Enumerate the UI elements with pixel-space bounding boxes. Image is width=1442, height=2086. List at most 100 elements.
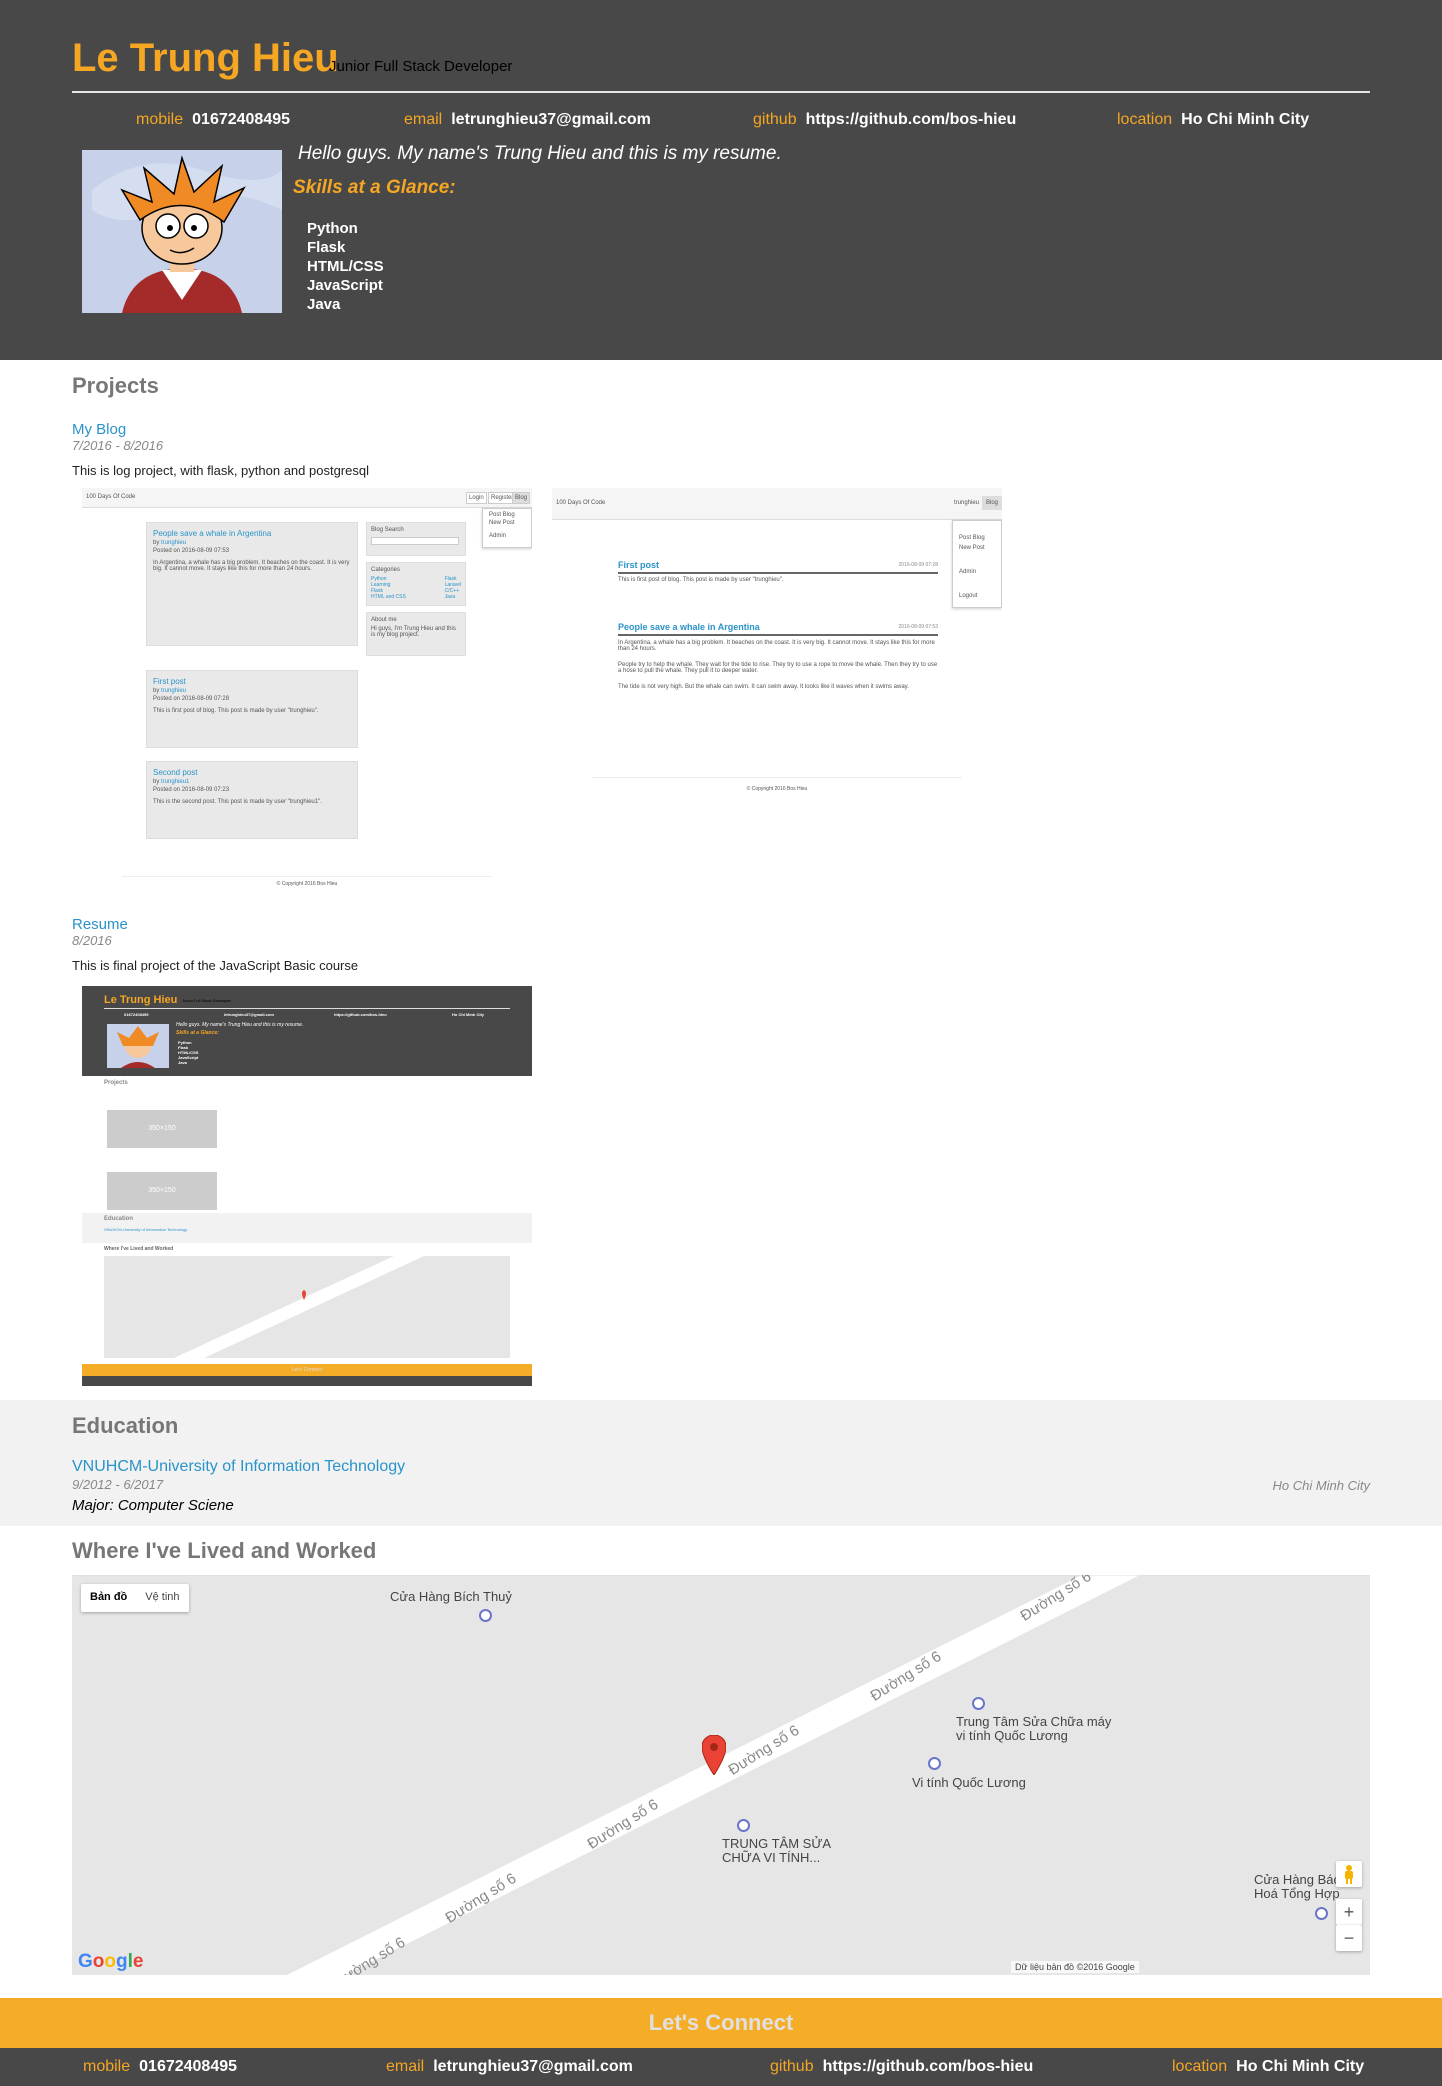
- project-title-resume[interactable]: Resume: [72, 916, 128, 933]
- contact-mobile: mobile 01672408495: [136, 111, 290, 129]
- contact-label: mobile: [83, 2058, 131, 2075]
- mini-post-date: 2016-08-09 07:53: [898, 624, 938, 630]
- mini-post-body: This is the second post. This post is ma…: [153, 799, 322, 805]
- mini-resume-contact: letrunghieu37@gmail.com: [224, 1012, 274, 1017]
- mini-menu-item: Admin: [489, 533, 507, 539]
- contact-value[interactable]: letrunghieu37@gmail.com: [451, 111, 651, 128]
- store-icon[interactable]: [928, 1757, 941, 1770]
- place-label[interactable]: Vi tính Quốc Lương: [912, 1775, 1026, 1790]
- education-major: Major: Computer Sciene: [72, 1497, 234, 1514]
- footer-contact-email[interactable]: email letrunghieu37@gmail.com: [386, 2058, 633, 2076]
- mini-footer: © Copyright 2016 Bos Hieu: [592, 777, 962, 792]
- map-type-map[interactable]: Bản đồ: [81, 1584, 136, 1612]
- zoom-out-button[interactable]: −: [1336, 1925, 1362, 1951]
- mini-post-title: People save a whale in Argentina: [618, 622, 760, 632]
- mini-post-body: In Argentina, a whale has a big problem.…: [153, 560, 350, 572]
- project-date: 7/2016 - 8/2016: [72, 438, 164, 453]
- mini-post-date: Posted on 2016-08-09 07:23: [153, 787, 230, 793]
- place-label[interactable]: Trung Tâm Sửa Chữa máy vi tính Quốc Lươn…: [956, 1715, 1116, 1743]
- mini-nav-item: Login: [466, 492, 487, 504]
- contact-value: Ho Chi Minh City: [1236, 2058, 1365, 2075]
- blog-screenshot-admin[interactable]: 100 Days Of Code trunghieu Blog Post Blo…: [552, 488, 1002, 808]
- footer-band: Let's Connect: [0, 1998, 1442, 2048]
- pegman-icon[interactable]: [1336, 1861, 1362, 1887]
- place-label[interactable]: TRUNG TÂM SỬA CHỮA VI TÍNH...: [722, 1837, 842, 1865]
- contact-label: mobile: [136, 111, 184, 128]
- mini-post-author: trunghieu: [161, 540, 187, 546]
- mini-connect: Let's Connect: [82, 1364, 532, 1376]
- map-section-title: Where I've Lived and Worked: [72, 1538, 377, 1563]
- mini-footer-contacts: [82, 1376, 532, 1386]
- contact-value: 01672408495: [192, 111, 291, 128]
- welcome-text: Hello guys. My name's Trung Hieu and thi…: [298, 143, 782, 164]
- map-attribution[interactable]: Dữ liệu bản đồ ©2016 Google: [1011, 1961, 1139, 1973]
- skill-item: Flask: [307, 239, 346, 256]
- mini-categories-widget: Categories Python Learning Flask HTML an…: [366, 562, 466, 606]
- place-label[interactable]: Cửa Hàng Bích Thuỷ: [390, 1589, 512, 1604]
- mini-post-title: First post: [618, 560, 660, 570]
- mini-post-1: First post 2016-08-09 07:28 This is firs…: [618, 560, 938, 583]
- mini-post-card: People save a whale in Argentina by trun…: [146, 522, 358, 646]
- contact-github[interactable]: github https://github.com/bos-hieu: [753, 111, 1016, 129]
- project-title-my-blog[interactable]: My Blog: [72, 421, 126, 438]
- mini-post-2: People save a whale in Argentina 2016-08…: [618, 622, 938, 690]
- map-roads: [72, 1575, 1370, 1975]
- contact-label: email: [386, 2058, 425, 2075]
- contact-label: location: [1172, 2058, 1228, 2075]
- mini-dropdown: Post Blog New Post Admin: [482, 508, 532, 548]
- blog-screenshot-home[interactable]: 100 Days Of Code Login Register Blog Pos…: [82, 488, 532, 893]
- footer-contacts: mobile 01672408495 email letrunghieu37@gma…: [0, 2048, 1442, 2086]
- zoom-in-button[interactable]: +: [1336, 1899, 1362, 1925]
- mini-menu-item: Admin: [959, 569, 977, 575]
- store-icon[interactable]: [1315, 1907, 1328, 1920]
- mini-resume-contact: https://github.com/bos-hieu: [334, 1012, 387, 1017]
- mini-nav-item: Blog: [512, 492, 531, 504]
- mini-post-date: Posted on 2016-08-09 07:28: [153, 696, 230, 702]
- connect-heading: Let's Connect: [648, 2010, 794, 2035]
- contact-label: email: [404, 111, 443, 128]
- mini-brand: 100 Days Of Code: [556, 500, 606, 506]
- mini-resume-projects: Projects: [104, 1080, 128, 1086]
- mini-post-title: First post: [153, 677, 186, 686]
- mini-resume-avatar: [107, 1024, 169, 1068]
- contact-label: location: [1117, 111, 1173, 128]
- mini-resume-name: Le Trung Hieu: [104, 994, 178, 1006]
- mini-widget-title: Blog Search: [371, 527, 404, 533]
- footer-contact-github[interactable]: github https://github.com/bos-hieu: [770, 2058, 1033, 2076]
- store-icon[interactable]: [972, 1697, 985, 1710]
- mini-about-text: Hi guys, I'm Trung Hieu and this is my b…: [371, 626, 456, 638]
- resume-screenshot[interactable]: Le Trung Hieu Junior Full Stack Develope…: [82, 986, 532, 1386]
- mini-search-widget: Blog Search: [366, 522, 466, 556]
- mini-menu-item: Logout: [959, 593, 978, 599]
- contact-email[interactable]: email letrunghieu37@gmail.com: [404, 111, 651, 129]
- mini-post-title: People save a whale in Argentina: [153, 529, 272, 538]
- map-pin-icon[interactable]: [702, 1735, 726, 1775]
- contact-value: Ho Chi Minh City: [1181, 111, 1310, 128]
- map[interactable]: Đường số 6 Đường số 6 Đường số 6 Đường s…: [72, 1575, 1370, 1975]
- contact-value[interactable]: https://github.com/bos-hieu: [823, 2058, 1034, 2075]
- map-type-satellite[interactable]: Vệ tinh: [136, 1584, 188, 1612]
- footer-contact-location: location Ho Chi Minh City: [1172, 2058, 1364, 2076]
- mini-post-date: Posted on 2016-08-09 07:53: [153, 548, 230, 554]
- education-school-link[interactable]: VNUHCM-University of Information Technol…: [72, 1458, 405, 1476]
- mini-resume-skills-title: Skills at a Glance:: [176, 1030, 219, 1036]
- contact-label: github: [753, 111, 797, 128]
- store-icon[interactable]: [737, 1819, 750, 1832]
- education-title: Education: [72, 1413, 179, 1438]
- mini-resume-education: Education VNUHCM-University of Informati…: [82, 1213, 532, 1243]
- header-divider: [72, 91, 1370, 93]
- mini-resume-skills: Python Flask HTML/CSS JavaScript Java: [178, 1040, 199, 1065]
- store-icon[interactable]: [479, 1609, 492, 1622]
- project-date: 8/2016: [72, 933, 112, 948]
- contact-value[interactable]: https://github.com/bos-hieu: [806, 111, 1017, 128]
- mini-edu-title: Education: [104, 1216, 134, 1222]
- mini-post-author: trunghieu: [161, 688, 187, 694]
- contact-value[interactable]: letrunghieu37@gmail.com: [433, 2058, 633, 2075]
- mini-resume-contact: Ho Chi Minh City: [452, 1012, 484, 1017]
- contact-label: github: [770, 2058, 814, 2075]
- mini-category: HTML and CSS: [371, 594, 406, 600]
- map-type-toggle[interactable]: Bản đồ Vệ tinh: [81, 1584, 189, 1612]
- mini-resume-header: Le Trung Hieu Junior Full Stack Develope…: [82, 986, 532, 1076]
- header: Le Trung Hieu Junior Full Stack Develope…: [0, 0, 1442, 360]
- mini-post-body: People try to help the whale. They wait …: [618, 662, 938, 674]
